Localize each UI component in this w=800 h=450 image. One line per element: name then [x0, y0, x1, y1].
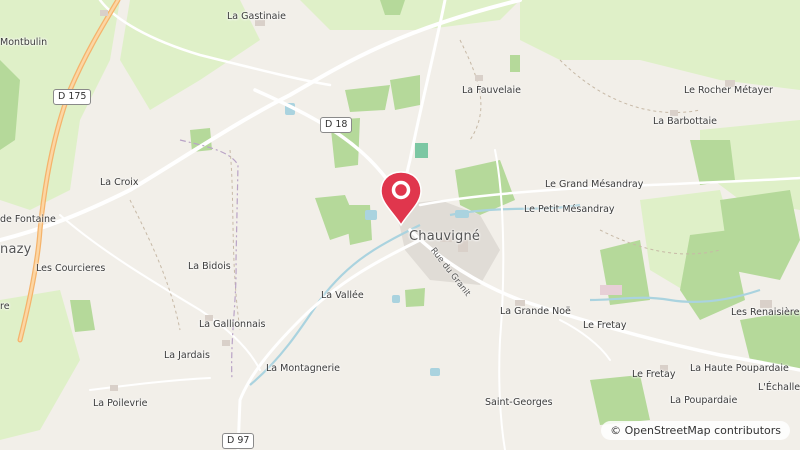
place-label: La Grande Noë	[500, 306, 571, 317]
copyright-symbol: ©	[610, 423, 622, 437]
attribution: © OpenStreetMap contributors	[601, 420, 790, 440]
place-label: Les Courcieres	[36, 263, 106, 274]
place-label: Le Rocher Métayer	[684, 85, 773, 96]
place-label: La Montagnerie	[266, 363, 340, 374]
road-shield-d18: D 18	[320, 117, 353, 133]
place-label: de Fontaine	[0, 214, 56, 225]
place-label: La Bidois	[188, 261, 231, 272]
place-label: Le Fretay	[632, 369, 676, 380]
place-label: re	[0, 301, 10, 312]
village-label: Chauvigné	[409, 229, 481, 244]
place-label: L'Échalle	[758, 382, 800, 393]
place-label: La Poilevrie	[93, 398, 148, 409]
place-label: Montbulin	[0, 37, 48, 48]
place-label: nazy	[0, 242, 32, 257]
place-label: La Poupardaie	[670, 395, 738, 406]
location-pin-icon	[380, 171, 422, 227]
place-label: La Croix	[100, 177, 139, 188]
road-shield-d175: D 175	[53, 89, 92, 105]
place-label: Le Grand Mésandray	[545, 179, 644, 190]
place-label: Le Petit Mésandray	[524, 204, 615, 215]
place-label: La Gallionnais	[199, 319, 266, 330]
place-label: Saint-Georges	[485, 397, 553, 408]
place-label: Le Fretay	[583, 320, 627, 331]
place-label: La Gastinaie	[227, 11, 286, 22]
map-view[interactable]: D 175 D 18 D 97 La Gastinaie Montbulin L…	[0, 0, 800, 450]
place-label: La Vallée	[321, 290, 364, 301]
place-label: Les Renaisières	[731, 307, 800, 318]
road-shield-d97: D 97	[222, 433, 255, 449]
location-pin-marker[interactable]	[377, 170, 425, 228]
place-label: La Jardais	[164, 350, 210, 361]
place-label: La Fauvelaie	[462, 85, 521, 96]
attribution-link[interactable]: OpenStreetMap contributors	[625, 424, 781, 437]
place-label: La Haute Poupardaie	[690, 363, 789, 374]
place-label: La Barbottaie	[653, 116, 717, 127]
